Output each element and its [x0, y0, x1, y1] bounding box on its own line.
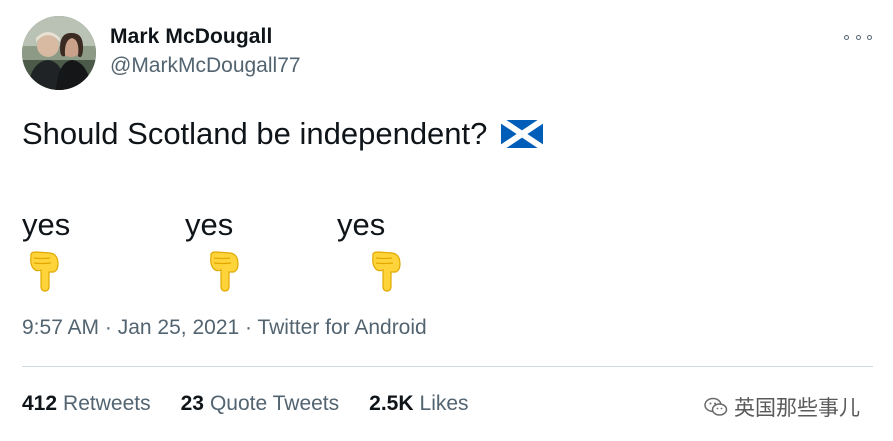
backhand-index-pointing-down-icon	[372, 251, 401, 292]
quote-tweets-count: 23	[180, 392, 204, 415]
backhand-index-pointing-down-icon	[30, 251, 59, 292]
tweet-meta: 9:57 AM · Jan 25, 2021 · Twitter for And…	[22, 316, 427, 340]
tweet-text-body: Should Scotland be independent?	[22, 116, 488, 151]
dot	[855, 34, 861, 40]
watermark: 英国那些事儿	[704, 392, 860, 422]
likes-label: Likes	[419, 392, 469, 415]
tweet-date[interactable]: Jan 25, 2021	[118, 316, 239, 339]
tweet-time[interactable]: 9:57 AM	[22, 316, 99, 339]
quote-tweets-stat[interactable]: 23 Quote Tweets	[181, 392, 340, 416]
author-name[interactable]: Mark McDougall	[110, 25, 272, 49]
tweet-stats: 412 Retweets 23 Quote Tweets 2.5K Likes	[22, 392, 499, 416]
tweet-card: Mark McDougall @MarkMcDougall77 Should S…	[0, 0, 893, 441]
meta-separator: ·	[239, 316, 258, 339]
choice-yes-1: yes	[22, 207, 71, 242]
tweet-text: Should Scotland be independent?	[22, 116, 544, 152]
backhand-index-pointing-down-icon	[210, 251, 239, 292]
avatar-photo	[22, 16, 96, 90]
choice-yes-3: yes	[337, 207, 386, 242]
retweets-stat[interactable]: 412 Retweets	[22, 392, 151, 416]
divider	[22, 366, 873, 367]
quote-tweets-label: Quote Tweets	[209, 392, 340, 415]
choice-yes-2: yes	[185, 207, 234, 242]
dot	[867, 34, 872, 40]
watermark-text: 英国那些事儿	[734, 397, 860, 420]
dot	[844, 34, 849, 40]
retweets-label: Retweets	[63, 392, 151, 415]
wechat-icon	[704, 397, 728, 416]
likes-count: 2.5K	[369, 392, 414, 415]
tweet-source[interactable]: Twitter for Android	[257, 316, 426, 339]
likes-stat[interactable]: 2.5K Likes	[369, 392, 468, 416]
avatar[interactable]	[22, 16, 96, 90]
retweets-count: 412	[22, 392, 58, 415]
more-options-icon[interactable]	[844, 27, 872, 47]
author-handle[interactable]: @MarkMcDougall77	[110, 54, 301, 78]
meta-separator: ·	[99, 316, 118, 339]
scotland-flag-icon	[501, 120, 544, 148]
